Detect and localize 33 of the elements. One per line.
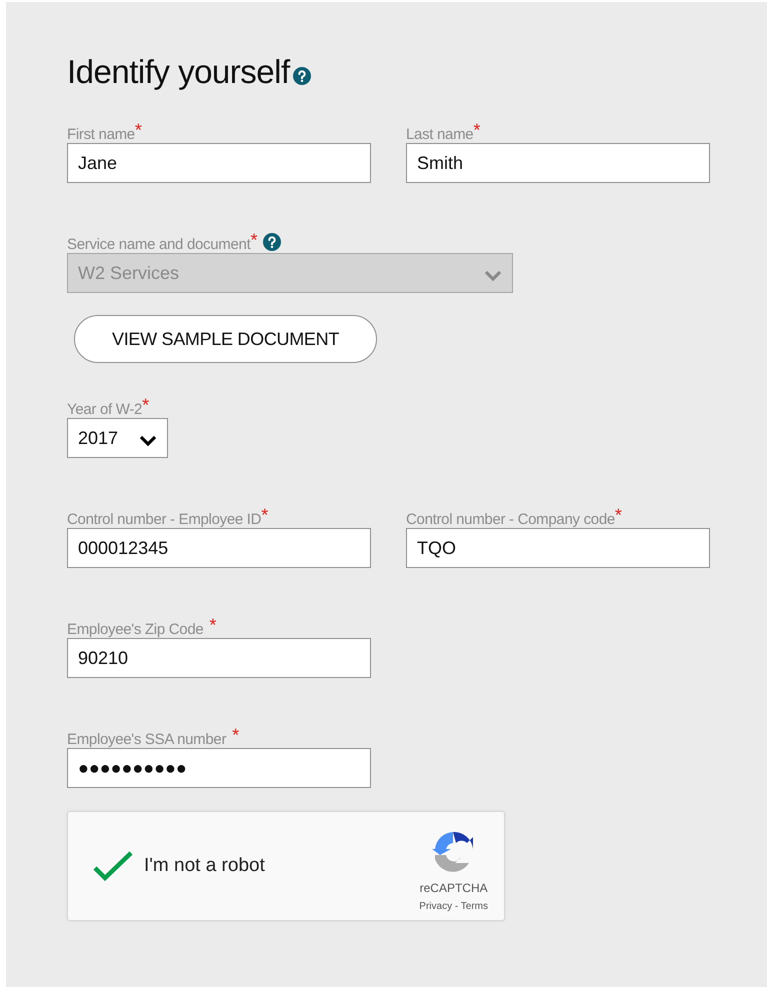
captcha-checkbox[interactable]: [92, 849, 134, 883]
input-field[interactable]: 000012345: [67, 528, 371, 568]
password-field[interactable]: ●●●●●●●●●●: [67, 748, 371, 788]
required-asterisk: *: [208, 616, 216, 634]
required-asterisk: *: [614, 506, 622, 524]
checkmark-icon: [92, 850, 134, 882]
recaptcha-brand: reCAPTCHA: [420, 880, 488, 896]
select-field[interactable]: 2017: [67, 418, 168, 458]
privacy-terms-links[interactable]: Privacy - Terms: [419, 898, 488, 914]
required-asterisk: *: [134, 121, 142, 139]
required-asterisk: *: [231, 726, 240, 744]
input-field[interactable]: 90210: [67, 638, 371, 678]
required-asterisk: *: [261, 506, 268, 524]
field-label: Employee's Zip Code: [67, 622, 204, 637]
field-label: Service name and document: [67, 237, 250, 252]
input-field[interactable]: Jane: [67, 143, 371, 183]
field-label: Employee's SSA number: [67, 732, 226, 747]
captcha-label: I'm not a robot: [144, 854, 265, 878]
input-field[interactable]: TQO: [406, 528, 710, 568]
view-sample-button[interactable]: VIEW SAMPLE DOCUMENT: [74, 315, 377, 363]
field-label: Year of W-2: [67, 402, 142, 417]
required-asterisk: *: [142, 396, 150, 414]
field-label: Control number - Employee ID: [67, 512, 262, 527]
field-label: First name: [67, 127, 135, 142]
field-label: Last name: [406, 127, 474, 142]
chevron-down-icon: [484, 270, 502, 282]
required-asterisk: *: [473, 121, 480, 139]
help-icon[interactable]: [292, 67, 311, 85]
required-asterisk: *: [250, 231, 258, 249]
field-label: Control number - Company code: [406, 512, 615, 527]
input-field[interactable]: Smith: [406, 143, 710, 183]
chevron-down-icon: [139, 434, 157, 446]
page-title: Identify yourself: [67, 52, 290, 92]
